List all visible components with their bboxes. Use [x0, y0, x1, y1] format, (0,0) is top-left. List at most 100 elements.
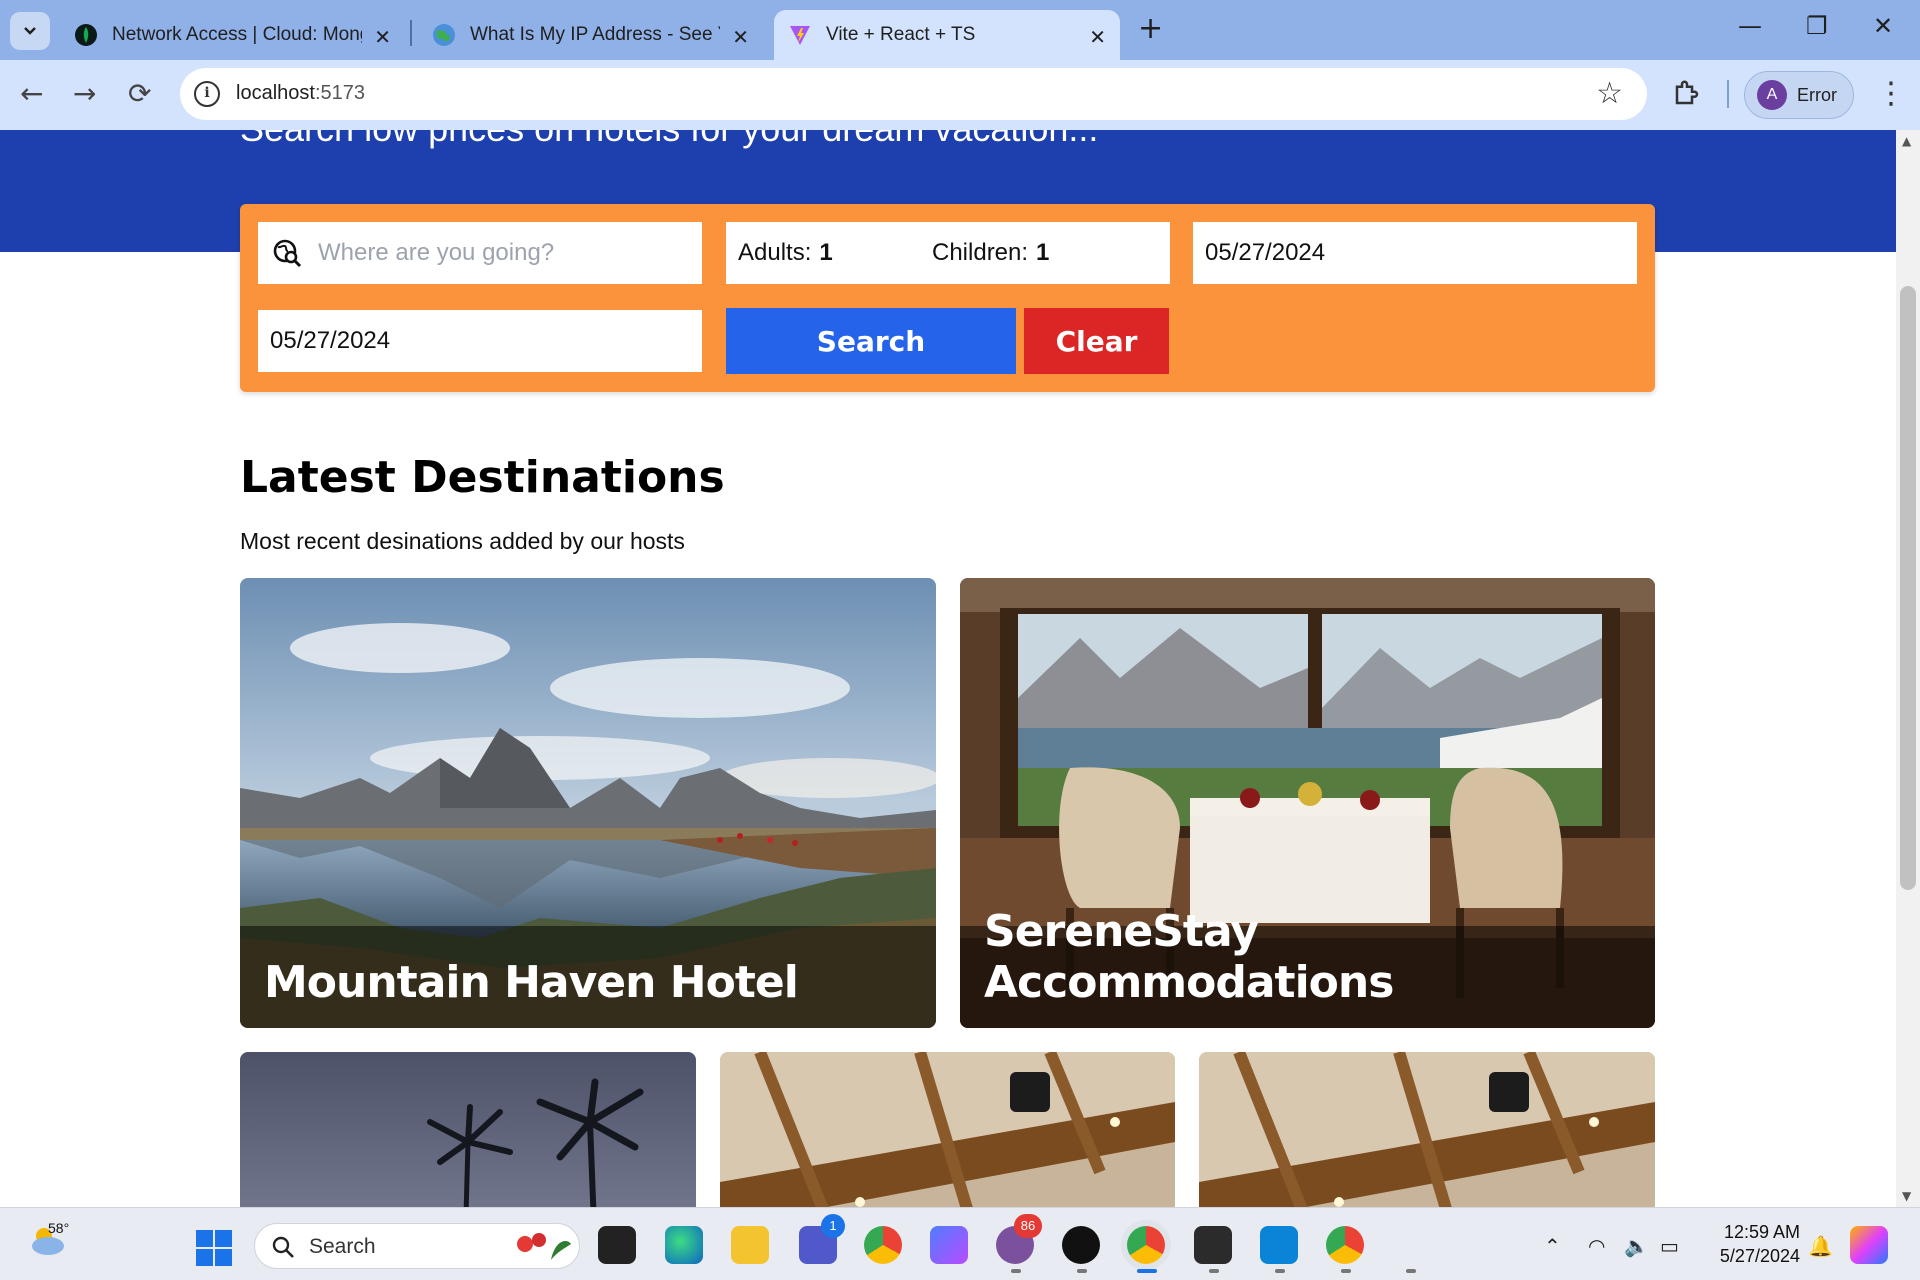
flowers-decoration-icon — [517, 1233, 571, 1260]
volume-icon[interactable]: 🔈 — [1624, 1234, 1649, 1258]
active-indicator — [1137, 1269, 1157, 1273]
running-indicator — [1209, 1269, 1219, 1273]
battery-icon[interactable]: ▭ — [1660, 1234, 1679, 1258]
terminal-icon[interactable] — [1194, 1226, 1232, 1264]
chevron-down-icon — [24, 27, 36, 35]
extensions-puzzle-icon[interactable] — [1672, 78, 1702, 115]
wooden-ceiling-image — [1199, 1052, 1655, 1207]
children-group: Children: 1 — [932, 239, 1049, 267]
bookmark-star-icon[interactable]: ☆ — [1596, 76, 1623, 111]
viber-badge: 86 — [1014, 1214, 1042, 1238]
tab-title: Vite + React + TS — [826, 24, 976, 45]
tab-search-button[interactable] — [10, 12, 50, 50]
check-in-date-input[interactable]: 05/27/2024 — [1193, 222, 1637, 284]
section-subtitle: Most recent desinations added by our hos… — [240, 528, 685, 554]
destination-card[interactable]: SereneStay Accommodations — [960, 578, 1655, 1028]
toolbar-divider — [1727, 80, 1729, 108]
hero-tagline: Search low prices on hotels for your dre… — [240, 130, 1098, 150]
windows-start-icon[interactable] — [196, 1230, 232, 1266]
clock-time: 12:59 AM — [1723, 1222, 1800, 1242]
tab-title: What Is My IP Address - See Your — [470, 24, 720, 45]
destination-placeholder: Where are you going? — [318, 239, 555, 266]
guests-field[interactable]: Adults: 1 Children: 1 — [726, 222, 1170, 284]
minimize-icon[interactable]: — — [1738, 12, 1762, 40]
children-label: Children: — [932, 239, 1029, 266]
destination-card[interactable]: Mountain Haven Hotel — [240, 578, 936, 1028]
wooden-ceiling-image — [720, 1052, 1175, 1207]
vscode-icon[interactable] — [1260, 1226, 1298, 1264]
search-icon — [272, 1236, 294, 1258]
page-scrollbar[interactable]: ▲ ▼ — [1896, 130, 1920, 1207]
wifi-icon[interactable]: ◠ — [1588, 1234, 1605, 1258]
url-port: :5173 — [314, 82, 365, 104]
browser-toolbar: ← → ⟳ i localhost:5173 ☆ A Error ⋮ — [0, 60, 1920, 130]
running-indicator — [1077, 1269, 1087, 1273]
taskbar-search-box[interactable]: Search — [254, 1223, 580, 1269]
mongodb-leaf-icon — [75, 24, 97, 46]
viber-icon[interactable]: 86 — [996, 1214, 1042, 1264]
clear-button[interactable]: Clear — [1024, 308, 1169, 374]
destination-card[interactable] — [1199, 1052, 1655, 1207]
tab-what-is-my-ip[interactable]: What Is My IP Address - See Your ✕ — [418, 10, 763, 60]
file-explorer-icon[interactable] — [731, 1226, 769, 1264]
task-view-icon[interactable] — [598, 1226, 636, 1264]
globe-search-icon — [273, 239, 302, 268]
browser-tab-bar: Network Access | Cloud: MongoDB ✕ What I… — [0, 0, 1920, 60]
new-tab-plus-icon[interactable]: + — [1138, 14, 1163, 44]
adults-label: Adults: — [738, 239, 812, 266]
search-button[interactable]: Search — [726, 308, 1016, 374]
children-input[interactable]: 1 — [1036, 239, 1049, 266]
destination-card[interactable] — [240, 1052, 696, 1207]
close-icon[interactable]: ✕ — [374, 25, 391, 49]
url-text[interactable]: localhost:5173 — [236, 82, 365, 105]
avatar: A — [1757, 80, 1787, 110]
check-out-date-input[interactable]: 05/27/2024 — [258, 310, 702, 372]
windows-taskbar: 58° Search 1 86 ⌃ ◠ 🔈 ▭ 12:59 AM 5/27/20… — [0, 1207, 1920, 1280]
back-arrow-icon[interactable]: ← — [20, 80, 43, 108]
puzzle-icon — [1675, 80, 1699, 105]
profile-button[interactable]: A Error — [1744, 71, 1854, 119]
tab-divider — [410, 20, 412, 46]
destination-input[interactable]: Where are you going? — [258, 222, 702, 284]
tab-title: Network Access | Cloud: MongoDB — [112, 24, 362, 45]
running-indicator — [1341, 1269, 1351, 1273]
forward-arrow-icon[interactable]: → — [73, 80, 96, 108]
teams-badge: 1 — [821, 1214, 845, 1238]
adults-input[interactable]: 1 — [819, 239, 832, 267]
scrollbar-thumb[interactable] — [1900, 286, 1916, 890]
site-info-icon[interactable]: i — [194, 81, 220, 107]
close-icon[interactable]: ✕ — [732, 25, 749, 49]
copilot-icon[interactable] — [1850, 1226, 1888, 1264]
close-icon[interactable]: ✕ — [1089, 25, 1106, 49]
reload-icon[interactable]: ⟳ — [128, 80, 151, 108]
address-bar[interactable]: i localhost:5173 ☆ — [180, 68, 1647, 120]
chrome-icon[interactable] — [864, 1226, 902, 1264]
section-title: Latest Destinations — [240, 452, 725, 503]
chevron-up-icon[interactable]: ⌃ — [1544, 1234, 1561, 1258]
edge-icon[interactable] — [665, 1226, 703, 1264]
browser-menu-icon[interactable]: ⋮ — [1876, 76, 1906, 111]
url-host: localhost — [236, 82, 315, 104]
taskbar-clock[interactable]: 12:59 AM 5/27/2024 — [1700, 1220, 1800, 1268]
chrome-active-icon[interactable] — [1127, 1226, 1165, 1264]
weather-temperature: 58° — [48, 1220, 70, 1236]
tab-vite-react[interactable]: Vite + React + TS ✕ — [774, 10, 1120, 60]
vite-icon — [790, 26, 810, 45]
search-bar: Where are you going? Adults: 1 Children:… — [240, 204, 1655, 392]
running-indicator — [1011, 1269, 1021, 1273]
globe-icon — [433, 24, 455, 46]
destination-card[interactable] — [720, 1052, 1175, 1207]
taskbar-search-label: Search — [309, 1235, 376, 1258]
scroll-up-arrow-icon[interactable]: ▲ — [1902, 134, 1911, 148]
close-window-icon[interactable]: ✕ — [1873, 12, 1893, 40]
chrome-profile-icon[interactable] — [1326, 1226, 1364, 1264]
clock-date: 5/27/2024 — [1719, 1246, 1800, 1266]
tiktok-icon[interactable] — [1062, 1226, 1100, 1264]
copilot-app-icon[interactable] — [930, 1226, 968, 1264]
teams-icon[interactable]: 1 — [799, 1214, 845, 1264]
restore-icon[interactable]: ❐ — [1806, 12, 1828, 40]
notification-bell-icon[interactable]: 🔔 — [1808, 1234, 1833, 1258]
tab-mongodb[interactable]: Network Access | Cloud: MongoDB ✕ — [60, 10, 405, 60]
scroll-down-arrow-icon[interactable]: ▼ — [1902, 1189, 1911, 1203]
running-indicator — [1275, 1269, 1285, 1273]
